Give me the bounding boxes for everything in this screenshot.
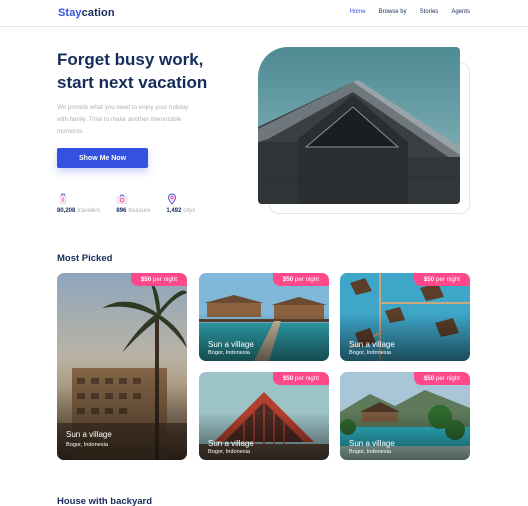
- house-with-backyard-title: House with backyard: [57, 496, 153, 506]
- stat-treasure-label: treasure: [128, 208, 151, 214]
- most-picked-title: Most Picked: [57, 253, 113, 264]
- most-picked-card-1[interactable]: $50 per night Sun a village Bogor, Indon…: [57, 273, 187, 460]
- nav-link-home[interactable]: Home: [350, 9, 366, 15]
- stat-citys-label: citys: [183, 208, 196, 214]
- stat-citys-number: 1,492: [166, 208, 182, 214]
- price-badge: $50 per night: [130, 273, 187, 286]
- price-unit: per night: [294, 276, 319, 283]
- price-amount: $50: [140, 276, 152, 283]
- card-name: Sun a village: [349, 340, 395, 349]
- most-picked-card-3[interactable]: $50 per night Sun a village Bogor, Indon…: [340, 273, 470, 361]
- price-amount: $50: [282, 375, 294, 382]
- price-unit: per night: [152, 276, 177, 283]
- most-picked-card-2[interactable]: $50 per night Sun a village Bogor, Indon…: [199, 273, 329, 361]
- stat-travelers-number: 80,208: [57, 208, 76, 214]
- hero-stats: 80,208 travelers 896 treasure 1,492 citys: [57, 193, 195, 214]
- price-amount: $50: [423, 375, 435, 382]
- nav-link-stories[interactable]: Stories: [420, 9, 439, 15]
- brand-logo-part-2: cation: [81, 7, 115, 19]
- top-navbar: Staycation Home Browse by Stories Agents: [0, 0, 528, 27]
- stat-treasure: 896 treasure: [116, 193, 150, 214]
- card-name: Sun a village: [208, 439, 254, 448]
- price-unit: per night: [435, 276, 460, 283]
- nav-link-browse-by[interactable]: Browse by: [379, 9, 407, 15]
- brand-logo-part-1: Stay: [58, 7, 82, 19]
- hero-description: We provide what you need to enjoy your h…: [57, 104, 189, 135]
- price-amount: $50: [423, 276, 435, 283]
- nav-link-agents[interactable]: Agents: [451, 9, 470, 15]
- hero-title: Forget busy work, start next vacation: [57, 50, 208, 92]
- card-location: Bogor, Indonesia: [208, 350, 250, 356]
- main-nav: Home Browse by Stories Agents: [350, 9, 470, 15]
- most-picked-card-4[interactable]: $50 per night Sun a village Bogor, Indon…: [199, 372, 329, 460]
- card-name: Sun a village: [208, 340, 254, 349]
- stat-travelers: 80,208 travelers: [57, 193, 100, 214]
- most-picked-card-5[interactable]: $50 per night Sun a village Bogor, Indon…: [340, 372, 470, 460]
- price-badge: $50 per night: [272, 273, 329, 286]
- price-badge: $50 per night: [272, 372, 329, 385]
- show-me-now-button[interactable]: Show Me Now: [57, 148, 148, 168]
- card-location: Bogor, Indonesia: [349, 350, 391, 356]
- brand-logo[interactable]: Staycation: [58, 7, 115, 19]
- card-location: Bogor, Indonesia: [66, 442, 108, 448]
- price-amount: $50: [282, 276, 294, 283]
- location-pin-icon: [168, 193, 177, 205]
- price-badge: $50 per night: [413, 372, 470, 385]
- stat-treasure-number: 896: [116, 208, 127, 214]
- card-name: Sun a village: [66, 430, 112, 439]
- card-location: Bogor, Indonesia: [208, 449, 250, 455]
- stat-citys: 1,492 citys: [166, 193, 195, 214]
- price-badge: $50 per night: [413, 273, 470, 286]
- camera-icon: [116, 194, 128, 204]
- card-name: Sun a village: [349, 439, 395, 448]
- price-unit: per night: [294, 375, 319, 382]
- hero-image-cabin: [258, 47, 460, 204]
- price-unit: per night: [435, 375, 460, 382]
- stat-travelers-label: travelers: [77, 208, 101, 214]
- card-location: Bogor, Indonesia: [349, 449, 391, 455]
- traveler-icon: [59, 193, 67, 204]
